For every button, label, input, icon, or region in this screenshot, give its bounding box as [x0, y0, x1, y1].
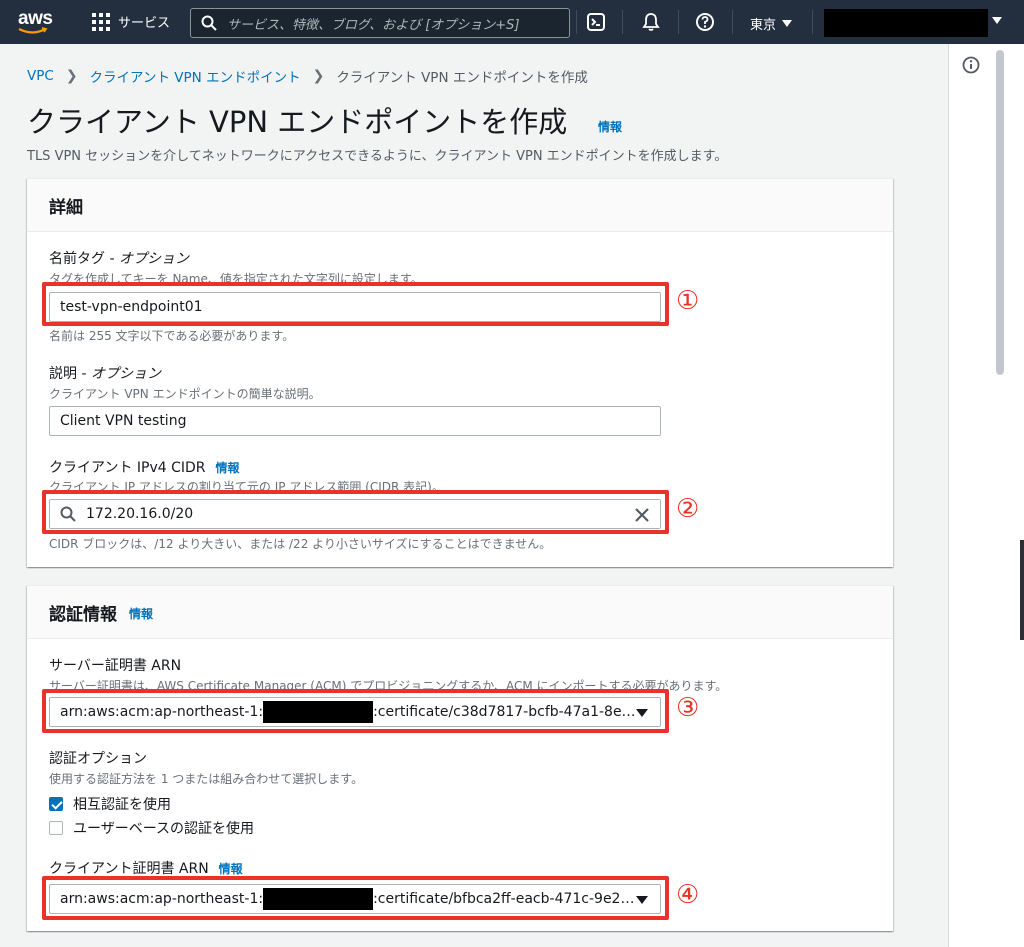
mutual-auth-label: 相互認証を使用: [73, 797, 171, 813]
region-label: 東京: [750, 18, 777, 33]
utility-panel: [948, 44, 1024, 947]
chevron-right-icon: ❯: [65, 68, 78, 84]
description-value: Client VPN testing: [60, 413, 187, 429]
aws-smile-icon: [18, 27, 48, 34]
breadcrumb-vpc-link[interactable]: VPC: [27, 68, 54, 84]
breadcrumb: VPC ❯ クライアント VPN エンドポイント ❯ クライアント VPN エン…: [27, 66, 588, 86]
nav-divider: [732, 10, 733, 34]
cloudshell-icon[interactable]: [586, 12, 606, 32]
checkbox-checked-icon[interactable]: [49, 797, 63, 811]
nav-divider: [678, 10, 679, 34]
search-icon: [201, 15, 217, 31]
caret-down-icon: [782, 20, 793, 27]
breadcrumb-current: クライアント VPN エンドポイントを作成: [336, 70, 588, 86]
description-input[interactable]: Client VPN testing: [49, 406, 661, 436]
breadcrumb-endpoints-link[interactable]: クライアント VPN エンドポイント: [90, 66, 301, 86]
nav-divider: [576, 10, 577, 34]
description-hint: クライアント VPN エンドポイントの簡単な説明。: [49, 387, 321, 401]
auth-panel-header: 認証情報 情報: [27, 586, 893, 639]
annotation-number-4: ④: [676, 880, 700, 910]
highlight-box-2: [42, 490, 669, 534]
bell-icon[interactable]: [641, 12, 661, 32]
nav-divider: [812, 10, 813, 34]
client-cert-label: クライアント証明書 ARN 情報: [49, 861, 243, 877]
auth-info-link[interactable]: 情報: [129, 605, 153, 622]
cidr-constraint: CIDR ブロックは、/12 より大きい、または /22 より小さいサイズにする…: [49, 537, 552, 551]
annotation-number-3: ③: [676, 693, 700, 723]
client-cert-info-link[interactable]: 情報: [219, 862, 243, 876]
highlight-box-3: [42, 689, 669, 733]
user-auth-checkbox[interactable]: ユーザーベースの認証を使用: [49, 818, 254, 838]
cidr-label: クライアント IPv4 CIDR 情報: [49, 460, 240, 476]
mutual-auth-checkbox[interactable]: 相互認証を使用: [49, 794, 171, 814]
aws-logo[interactable]: aws: [16, 8, 62, 36]
caret-down-icon[interactable]: [992, 17, 1002, 24]
info-panel-icon[interactable]: [962, 56, 980, 74]
page-description: TLS VPN セッションを介してネットワークにアクセスできるように、クライアン…: [27, 149, 728, 164]
server-cert-label: サーバー証明書 ARN: [49, 658, 182, 674]
name-tag-label: 名前タグ - オプション: [49, 251, 189, 267]
search-placeholder: サービス、特徴、ブログ、および [オプション+S]: [227, 17, 520, 33]
details-panel-header: 詳細: [27, 179, 893, 232]
services-label: サービス: [118, 16, 171, 31]
account-menu-redacted[interactable]: [824, 9, 988, 37]
details-title: 詳細: [49, 197, 83, 218]
page-title: クライアント VPN エンドポイントを作成: [27, 105, 568, 139]
top-navigation: aws サービス サービス、特徴、ブログ、および [オプション+S] 東京: [0, 0, 1024, 44]
auth-options-label: 認証オプション: [49, 751, 147, 767]
user-auth-label: ユーザーベースの認証を使用: [73, 821, 255, 837]
annotation-number-1: ①: [676, 286, 700, 316]
services-menu-button[interactable]: サービス: [92, 12, 170, 31]
checkbox-unchecked-icon[interactable]: [49, 821, 63, 835]
nav-divider: [622, 10, 623, 34]
description-label: 説明 - オプション: [49, 366, 161, 382]
search-input[interactable]: サービス、特徴、ブログ、および [オプション+S]: [190, 8, 570, 38]
chevron-right-icon: ❯: [312, 68, 325, 84]
cidr-info-link[interactable]: 情報: [216, 461, 240, 475]
scrollbar[interactable]: [996, 50, 1004, 375]
annotation-number-2: ②: [676, 494, 700, 524]
grid-icon: [92, 12, 110, 31]
auth-title: 認証情報: [49, 604, 117, 625]
auth-options-hint: 使用する認証方法を 1 つまたは組み合わせて選択します。: [49, 772, 364, 786]
help-icon[interactable]: [695, 12, 715, 32]
highlight-box-4: [42, 876, 669, 920]
highlight-box-1: [42, 282, 669, 326]
name-tag-constraint: 名前は 255 文字以下である必要があります。: [49, 329, 295, 343]
region-selector[interactable]: 東京: [750, 14, 793, 33]
side-edge: [1020, 540, 1024, 640]
page-info-link[interactable]: 情報: [598, 118, 622, 135]
